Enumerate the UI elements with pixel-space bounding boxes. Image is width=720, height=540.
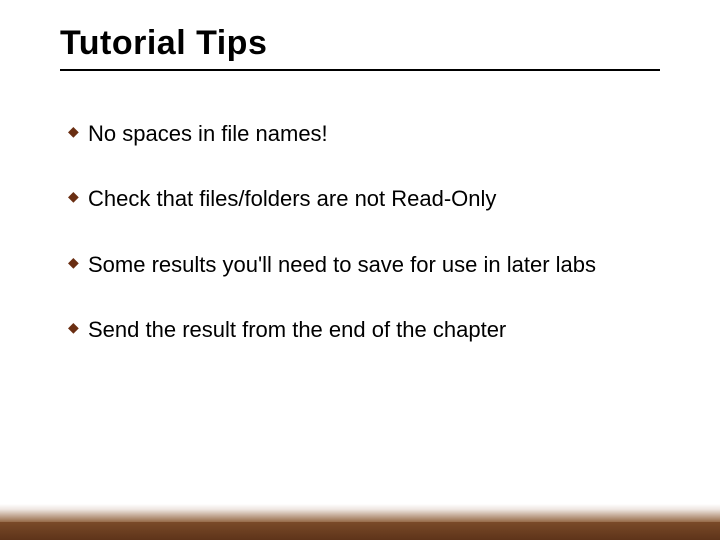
list-item: ◆ Some results you'll need to save for u… <box>68 246 658 283</box>
title-underline <box>60 69 660 71</box>
slide: Tutorial Tips ◆ No spaces in file names!… <box>0 0 720 540</box>
title-block: Tutorial Tips <box>60 24 660 71</box>
diamond-bullet-icon: ◆ <box>68 316 88 340</box>
footer-gradient <box>0 504 720 540</box>
diamond-bullet-icon: ◆ <box>68 251 88 275</box>
list-item-text: Check that files/folders are not Read-On… <box>88 180 658 217</box>
slide-title: Tutorial Tips <box>60 24 660 63</box>
list-item-text: Send the result from the end of the chap… <box>88 311 658 348</box>
diamond-bullet-icon: ◆ <box>68 120 88 144</box>
list-item: ◆ Check that files/folders are not Read-… <box>68 180 658 217</box>
list-item: ◆ Send the result from the end of the ch… <box>68 311 658 348</box>
bullet-list: ◆ No spaces in file names! ◆ Check that … <box>68 115 658 377</box>
footer-bar <box>0 522 720 540</box>
diamond-bullet-icon: ◆ <box>68 185 88 209</box>
list-item-text: No spaces in file names! <box>88 115 658 152</box>
list-item-text: Some results you'll need to save for use… <box>88 246 658 283</box>
list-item: ◆ No spaces in file names! <box>68 115 658 152</box>
